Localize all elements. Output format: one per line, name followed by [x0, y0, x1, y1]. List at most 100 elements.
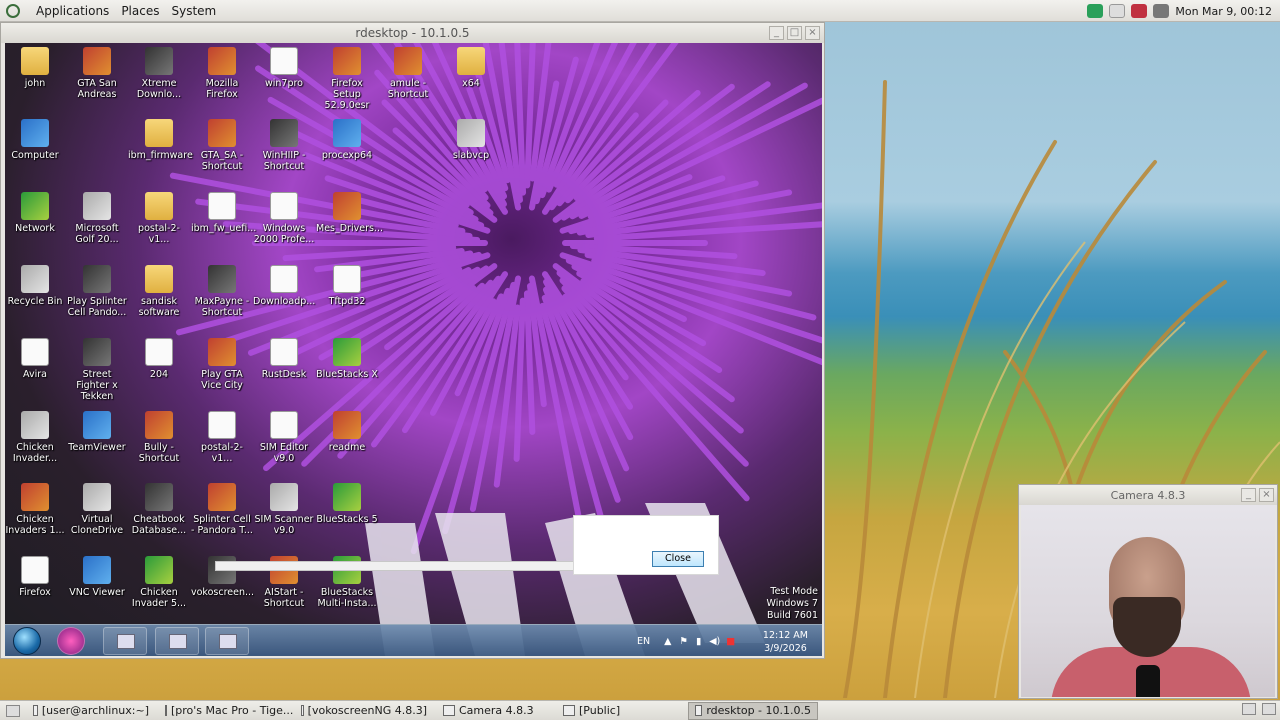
task-remote-mac[interactable]: [pro's Mac Pro - Tige...	[158, 702, 293, 720]
camera-titlebar[interactable]: Camera 4.8.3 _ ×	[1019, 485, 1277, 505]
desktop-icon[interactable]: Firefox Setup 52.9.0esr	[316, 47, 378, 111]
desktop-icon[interactable]: Tftpd32	[316, 265, 378, 307]
system-tray: EN ▲ ⚑ ▮ ◀) ■ 12:12 AM 3/9/2026	[627, 625, 822, 656]
desktop-icon[interactable]: amule - Shortcut	[377, 47, 439, 100]
network-icon[interactable]	[1131, 4, 1148, 18]
desktop-icon-image	[270, 338, 298, 366]
desktop-icon[interactable]: Recycle Bin	[5, 265, 66, 307]
desktop-icon[interactable]: SIM Editor v9.0	[253, 411, 315, 464]
task-public-folder[interactable]: [Public]	[556, 702, 686, 720]
desktop-icon[interactable]: Network	[5, 192, 66, 234]
camera-window[interactable]: Camera 4.8.3 _ ×	[1018, 484, 1278, 699]
close-window-button[interactable]: ×	[805, 26, 820, 40]
top-clock[interactable]: Mon Mar 9, 00:12	[1175, 5, 1272, 18]
remote-desktop-screen[interactable]: john GTA San Andreas Xtreme Downlo... Mozil…	[5, 43, 822, 656]
workspace-switcher-1[interactable]	[1242, 703, 1256, 715]
desktop-icon[interactable]: WinHIIP - Shortcut	[253, 119, 315, 172]
desktop-icon[interactable]: Bully - Shortcut	[128, 411, 190, 464]
desktop-icon-label: SIM Editor v9.0	[259, 442, 309, 464]
desktop-icon[interactable]: Firefox	[5, 556, 66, 598]
desktop-icon[interactable]: Computer	[5, 119, 66, 161]
taskbar-window-icon[interactable]	[155, 627, 199, 655]
desktop-icon-label: postal-2-v1...	[201, 442, 243, 464]
maximize-button[interactable]: □	[787, 26, 802, 40]
desktop-icon-label: Downloadp...	[253, 296, 316, 307]
desktop-icon[interactable]: VNC Viewer	[66, 556, 128, 598]
desktop-icon[interactable]: postal-2-v1...	[191, 411, 253, 464]
camera-minimize-button[interactable]: _	[1241, 488, 1256, 502]
rdesktop-window[interactable]: rdesktop - 10.1.0.5 _ □ × john GTA San An…	[0, 22, 825, 659]
desktop-icon[interactable]: TeamViewer	[66, 411, 128, 453]
start-button[interactable]	[13, 627, 41, 655]
camera-close-button[interactable]: ×	[1259, 488, 1274, 502]
desktop-icon[interactable]: Street Fighter x Tekken	[66, 338, 128, 402]
desktop-icon[interactable]: win7pro	[253, 47, 315, 89]
distro-logo-icon[interactable]	[6, 3, 20, 18]
desktop-icon-label: Recycle Bin	[7, 296, 63, 307]
task-vokoscreen[interactable]: [vokoscreenNG 4.8.3]	[294, 702, 434, 720]
desktop-icon[interactable]: Mozilla Firefox	[191, 47, 253, 100]
desktop-icon[interactable]: Play Splinter Cell Pando...	[66, 265, 128, 318]
flag-icon[interactable]: ⚑	[679, 636, 688, 647]
desktop-icon[interactable]: postal-2-v1...	[128, 192, 190, 245]
desktop-icon[interactable]: Splinter Cell - Pandora T...	[191, 483, 253, 536]
desktop-icon[interactable]: Cheatbook Database...	[128, 483, 190, 536]
menu-applications[interactable]: Applications	[36, 4, 109, 18]
rdesktop-titlebar[interactable]: rdesktop - 10.1.0.5 _ □ ×	[1, 23, 824, 43]
desktop-icon[interactable]: BlueStacks 5	[316, 483, 378, 525]
windows-clock[interactable]: 12:12 AM 3/9/2026	[763, 629, 808, 655]
power-icon[interactable]	[1109, 4, 1126, 18]
sync-icon[interactable]	[1087, 4, 1104, 18]
show-hidden-icons-icon[interactable]: ▲	[664, 636, 671, 647]
desktop-icon-label: Computer	[11, 150, 59, 161]
task-camera[interactable]: Camera 4.8.3	[436, 702, 554, 720]
desktop-icon-image	[333, 192, 361, 220]
desktop-icon[interactable]: RustDesk	[253, 338, 315, 380]
menu-places[interactable]: Places	[121, 4, 159, 18]
taskbar-window-icon-2[interactable]	[205, 627, 249, 655]
desktop-icon[interactable]: Microsoft Golf 20...	[66, 192, 128, 245]
display-icon[interactable]	[1153, 4, 1170, 18]
desktop-icon[interactable]: ibm_firmware	[128, 119, 193, 161]
desktop-icon[interactable]: sandisk software	[128, 265, 190, 318]
network-signal-icon[interactable]: ▮	[696, 636, 701, 647]
desktop-icon[interactable]: slabvcp	[440, 119, 502, 161]
desktop-icon[interactable]: GTA_SA - Shortcut	[191, 119, 253, 172]
desktop-icon[interactable]: Downloadp...	[253, 265, 315, 307]
desktop-icon[interactable]: Chicken Invaders 1...	[5, 483, 66, 536]
desktop-icon[interactable]: Virtual CloneDrive	[66, 483, 128, 536]
task-rdesktop[interactable]: rdesktop - 10.1.0.5	[688, 701, 818, 720]
desktop-icon[interactable]: BlueStacks X	[316, 338, 378, 380]
taskbar-control-panel-icon[interactable]	[103, 627, 147, 655]
language-indicator[interactable]: EN	[637, 636, 650, 647]
task-terminal[interactable]: [user@archlinux:~]	[26, 702, 156, 720]
show-desktop-button[interactable]	[6, 704, 20, 717]
desktop-icon[interactable]: ibm_fw_uefi...	[191, 192, 256, 234]
desktop-icon-image	[83, 556, 111, 584]
taskbar-app-icon[interactable]	[57, 627, 85, 655]
desktop-icon[interactable]: MaxPayne - Shortcut	[191, 265, 253, 318]
desktop-icon[interactable]: procexp64	[316, 119, 378, 161]
minimize-button[interactable]: _	[769, 26, 784, 40]
workspace-switcher-2[interactable]	[1262, 703, 1276, 715]
desktop-icon[interactable]: Xtreme Downlo...	[128, 47, 190, 100]
desktop-icon-image	[270, 192, 298, 220]
desktop-icon[interactable]: Chicken Invader...	[5, 411, 66, 464]
dialog-close-button[interactable]: Close	[652, 551, 704, 567]
desktop-icon-image	[21, 556, 49, 584]
desktop-icon[interactable]: Play GTA Vice City	[191, 338, 253, 391]
desktop-icon-image	[83, 192, 111, 220]
desktop-icon[interactable]: readme	[316, 411, 378, 453]
desktop-icon[interactable]: x64	[440, 47, 502, 89]
menu-system[interactable]: System	[171, 4, 216, 18]
desktop-icon[interactable]: 204	[128, 338, 190, 380]
volume-icon[interactable]: ◀)	[709, 636, 720, 647]
security-alert-icon[interactable]: ■	[726, 636, 735, 647]
desktop-icon[interactable]: GTA San Andreas	[66, 47, 128, 100]
desktop-icon[interactable]: Mes_Drivers...	[316, 192, 383, 234]
desktop-icon[interactable]: Chicken Invader 5...	[128, 556, 190, 609]
desktop-icon[interactable]: john	[5, 47, 66, 89]
desktop-icon[interactable]: Avira	[5, 338, 66, 380]
desktop-icon[interactable]: Windows 2000 Profe...	[253, 192, 315, 245]
desktop-icon[interactable]: SIM Scanner v9.0	[253, 483, 315, 536]
